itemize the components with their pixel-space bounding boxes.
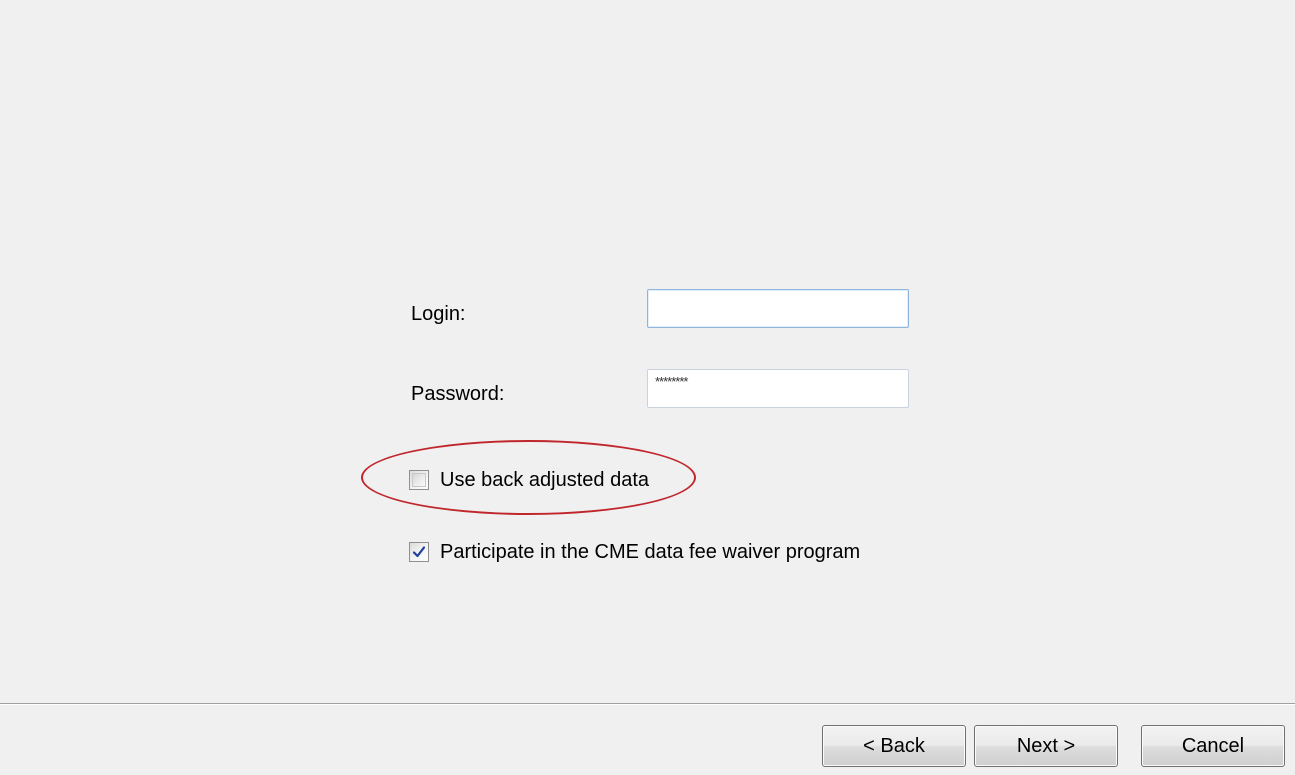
checkmark-icon xyxy=(412,546,426,558)
button-bar-separator xyxy=(0,703,1295,705)
fee-waiver-checkbox[interactable] xyxy=(409,542,429,562)
login-label: Login: xyxy=(411,303,466,325)
login-input[interactable] xyxy=(647,289,909,328)
back-button[interactable]: < Back xyxy=(822,725,966,767)
cancel-button[interactable]: Cancel xyxy=(1141,725,1285,767)
next-button[interactable]: Next > xyxy=(974,725,1118,767)
back-adjusted-checkbox-label[interactable]: Use back adjusted data xyxy=(440,467,649,493)
password-input[interactable]: ******** xyxy=(647,369,909,408)
checkbox-unchecked-icon xyxy=(412,473,426,487)
password-input-value: ******** xyxy=(655,374,688,389)
back-adjusted-checkbox[interactable] xyxy=(409,470,429,490)
password-label: Password: xyxy=(411,383,505,405)
wizard-dialog: Login: Password: ******** Use back adjus… xyxy=(0,0,1295,775)
fee-waiver-checkbox-label[interactable]: Participate in the CME data fee waiver p… xyxy=(440,539,860,565)
